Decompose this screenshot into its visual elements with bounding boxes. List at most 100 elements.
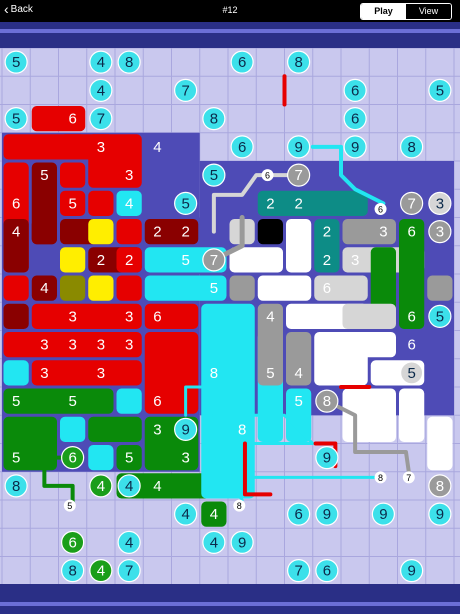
- filled-block: [257, 275, 312, 301]
- clue-number: 8: [436, 478, 444, 495]
- cell-number: 4: [12, 224, 20, 241]
- clue-number: 6: [238, 139, 246, 156]
- cell-number: 5: [12, 450, 20, 467]
- cell-number: 5: [125, 450, 133, 467]
- clue-number: 5: [210, 167, 218, 184]
- filled-block: [229, 275, 255, 301]
- clue-number: 5: [181, 195, 189, 212]
- clue-number: 6: [238, 54, 246, 71]
- path-end-number: 7: [406, 473, 411, 483]
- cell-number: 2: [125, 252, 133, 269]
- clue-number: 4: [125, 534, 133, 551]
- filled-block: [116, 275, 142, 301]
- filled-block: [3, 275, 29, 301]
- cell-number: 3: [153, 421, 161, 438]
- clue-number: 6: [351, 111, 359, 128]
- clue-number: 3: [436, 195, 444, 212]
- cell-number: 5: [294, 393, 302, 410]
- filled-block: [342, 219, 396, 245]
- cell-number: 3: [125, 167, 133, 184]
- top-bar: ‹ Back #12 Play View: [0, 0, 460, 22]
- clue-number: 9: [407, 563, 415, 580]
- puzzle-grid[interactable]: 5 4 8 6 8 4 7 6 5 5 7 8 6 6 9 9 8 5 7 5 7 3 7 3 5 5 8 9 6 9 8 4 4 8 4 6 9 9 9 6…: [0, 48, 460, 584]
- clue-number: 7: [125, 563, 133, 580]
- cell-number: 6: [407, 224, 415, 241]
- clue-number: 8: [407, 139, 415, 156]
- clue-number: 5: [12, 54, 20, 71]
- cell-number: 6: [323, 308, 331, 325]
- cell-number: 3: [40, 365, 48, 382]
- clue-number: 6: [294, 506, 302, 523]
- cell-number: 2: [294, 195, 302, 212]
- clue-number: 7: [181, 82, 189, 99]
- cell-number: 5: [40, 167, 48, 184]
- cell-number: 3: [125, 308, 133, 325]
- cell-number: 8: [210, 365, 218, 382]
- filled-block: [60, 275, 86, 301]
- cell-number: 2: [294, 224, 302, 241]
- mode-segmented-control: Play View: [360, 3, 452, 20]
- filled-block: [3, 360, 29, 386]
- filled-block: [3, 303, 29, 329]
- cell-number: 6: [407, 308, 415, 325]
- clue-number: 8: [12, 478, 20, 495]
- clue-number: 8: [294, 54, 302, 71]
- path-end-number: 5: [67, 501, 72, 511]
- clue-number: 4: [97, 563, 105, 580]
- clue-number: 6: [68, 534, 76, 551]
- filled-block: [88, 275, 114, 301]
- cell-number: 3: [351, 252, 359, 269]
- path-end-number: 8: [237, 501, 242, 511]
- clue-number: 9: [181, 421, 189, 438]
- cell-number: 3: [68, 308, 76, 325]
- cell-number: 2: [323, 252, 331, 269]
- clue-number: 4: [97, 478, 105, 495]
- tab-play[interactable]: Play: [361, 4, 406, 19]
- clue-number: 4: [181, 506, 189, 523]
- cell-number: 5: [68, 195, 76, 212]
- clue-number: 8: [210, 111, 218, 128]
- clue-number: 9: [238, 534, 246, 551]
- clue-number: 9: [323, 506, 331, 523]
- filled-block: [342, 303, 396, 329]
- cell-number: 3: [97, 139, 105, 156]
- filled-block: [31, 106, 86, 132]
- clue-number: 7: [294, 563, 302, 580]
- clue-number: 7: [294, 167, 302, 184]
- clue-number: 7: [407, 195, 415, 212]
- cell-number: 4: [40, 280, 48, 297]
- clue-number: 6: [68, 450, 76, 467]
- filled-block: [88, 416, 142, 442]
- cell-number: 2: [153, 224, 161, 241]
- cell-number: 2: [181, 224, 189, 241]
- cell-number: 5: [266, 365, 274, 382]
- clue-number: 4: [97, 54, 105, 71]
- cell-number: 5: [12, 393, 20, 410]
- puzzle-board[interactable]: 5 4 8 6 8 4 7 6 5 5 7 8 6 6 9 9 8 5 7 5 7 3 7 3 5 5 8 9 6 9 8 4 4 8 4 6 9 9 9 6…: [0, 48, 460, 584]
- top-frame: [0, 22, 460, 48]
- path-end-number: 6: [265, 171, 270, 181]
- clue-number: 8: [125, 54, 133, 71]
- cell-number: 5: [210, 280, 218, 297]
- cell-number: 6: [407, 337, 415, 354]
- cell-number: 6: [238, 252, 246, 269]
- cell-number: 3: [68, 337, 76, 354]
- cell-number: 3: [40, 337, 48, 354]
- cell-number: 2: [323, 224, 331, 241]
- tab-view[interactable]: View: [406, 4, 451, 19]
- cell-number: 5: [379, 365, 387, 382]
- clue-number: 5: [436, 82, 444, 99]
- cell-number: 5: [181, 252, 189, 269]
- cell-number: 4: [125, 195, 133, 212]
- filled-block: [116, 388, 142, 414]
- cell-number: 6: [12, 195, 20, 212]
- clue-number: 8: [68, 563, 76, 580]
- clue-number: 4: [210, 534, 218, 551]
- clue-number: 9: [323, 450, 331, 467]
- cell-number: 3: [379, 224, 387, 241]
- filled-block: [88, 219, 114, 245]
- filled-block: [257, 219, 283, 245]
- path-end-number: 6: [378, 205, 383, 215]
- clue-number: 5: [436, 308, 444, 325]
- clue-number: 4: [97, 82, 105, 99]
